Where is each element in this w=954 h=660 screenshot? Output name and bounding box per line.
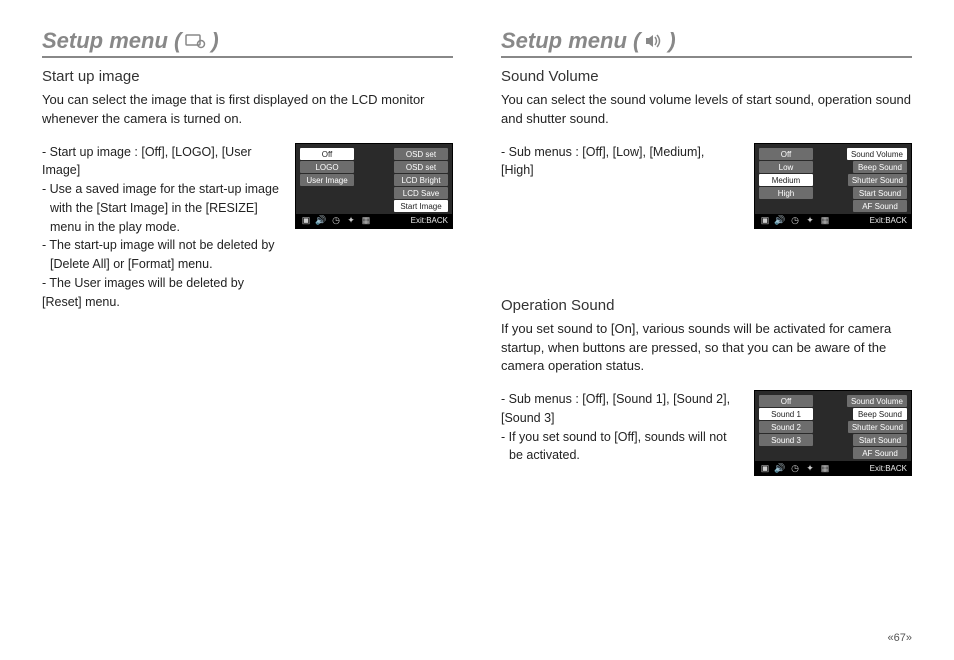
section-desc: You can select the image that is first d… bbox=[42, 91, 453, 129]
menu-option bbox=[759, 447, 813, 459]
tab-icon: ▣ bbox=[759, 215, 771, 226]
tab-icon: ◷ bbox=[330, 215, 342, 226]
menu-option: LOGO bbox=[300, 161, 354, 173]
tab-icon: 🔊 bbox=[774, 463, 786, 474]
tab-icon: ▦ bbox=[819, 215, 831, 226]
tab-icon: ▦ bbox=[360, 215, 372, 226]
lcd-screenshot-startimage: Off OSD set LOGO OSD set User Image LCD Brigh… bbox=[295, 143, 453, 229]
menu-option: OSD set bbox=[394, 148, 448, 160]
section-desc: If you set sound to [On], various sounds… bbox=[501, 320, 912, 377]
menu-option: High bbox=[759, 187, 813, 199]
menu-option: Off bbox=[759, 395, 813, 407]
menu-option: Shutter Sound bbox=[848, 421, 907, 433]
tab-icon: ▦ bbox=[819, 463, 831, 474]
menu-option: Off bbox=[759, 148, 813, 160]
exit-hint: Exit:BACK bbox=[870, 464, 907, 473]
menu-option: LCD Save bbox=[394, 187, 448, 199]
menu-option: OSD set bbox=[394, 161, 448, 173]
bullet-item: - Sub menus : [Off], [Sound 1], [Sound 2… bbox=[501, 390, 740, 428]
menu-option bbox=[300, 200, 354, 212]
section-heading: Start up image bbox=[42, 68, 453, 85]
menu-option: Sound Volume bbox=[847, 395, 907, 407]
sound-icon bbox=[644, 33, 664, 49]
lcd-screenshot-soundvolume: Off Sound Volume Low Beep Sound Medium Shutte… bbox=[754, 143, 912, 229]
section-desc: You can select the sound volume levels o… bbox=[501, 91, 912, 129]
menu-option: Off bbox=[300, 148, 354, 160]
bullet-item: - Start up image : [Off], [LOGO], [User … bbox=[42, 143, 281, 181]
setup-menu-title-left: Setup menu ( ) bbox=[42, 28, 453, 58]
tab-icon: ▣ bbox=[759, 463, 771, 474]
title-text-post: ) bbox=[668, 28, 675, 54]
title-text-pre: Setup menu ( bbox=[42, 28, 181, 54]
menu-option: Sound 1 bbox=[759, 408, 813, 420]
tab-icon: 🔊 bbox=[774, 215, 786, 226]
menu-option: Start Image bbox=[394, 200, 448, 212]
tab-icon: ✦ bbox=[345, 215, 357, 226]
title-text-pre: Setup menu ( bbox=[501, 28, 640, 54]
section-heading: Sound Volume bbox=[501, 68, 912, 85]
bullet-item: - The start-up image will not be deleted… bbox=[42, 236, 281, 274]
title-text-post: ) bbox=[211, 28, 218, 54]
tab-icon: ▣ bbox=[300, 215, 312, 226]
bullet-list: - Start up image : [Off], [LOGO], [User … bbox=[42, 143, 281, 312]
bullet-item: - Use a saved image for the start-up ima… bbox=[42, 180, 281, 236]
menu-option: Start Sound bbox=[853, 187, 907, 199]
bullet-list: - Sub menus : [Off], [Sound 1], [Sound 2… bbox=[501, 390, 740, 465]
bullet-item: - The User images will be deleted by [Re… bbox=[42, 274, 281, 312]
menu-option: Beep Sound bbox=[853, 161, 907, 173]
menu-option bbox=[759, 200, 813, 212]
menu-option bbox=[300, 187, 354, 199]
menu-option: Sound Volume bbox=[847, 148, 907, 160]
tab-icon: ✦ bbox=[804, 215, 816, 226]
menu-option: Beep Sound bbox=[853, 408, 907, 420]
menu-option: User Image bbox=[300, 174, 354, 186]
bullet-item: - Sub menus : [Off], [Low], [Medium], [H… bbox=[501, 143, 740, 181]
menu-option: Low bbox=[759, 161, 813, 173]
tab-icon: ◷ bbox=[789, 463, 801, 474]
display-settings-icon bbox=[185, 33, 207, 49]
menu-option: LCD Bright bbox=[394, 174, 448, 186]
bullet-list: - Sub menus : [Off], [Low], [Medium], [H… bbox=[501, 143, 740, 181]
menu-option: Sound 2 bbox=[759, 421, 813, 433]
tab-icon: ✦ bbox=[804, 463, 816, 474]
menu-option: AF Sound bbox=[853, 447, 907, 459]
page-number: «67» bbox=[888, 632, 912, 644]
left-column: Setup menu ( ) Start up image You can se… bbox=[42, 28, 453, 476]
exit-hint: Exit:BACK bbox=[870, 216, 907, 225]
bullet-item: - If you set sound to [Off], sounds will… bbox=[501, 428, 740, 466]
tab-icon: ◷ bbox=[789, 215, 801, 226]
right-column: Setup menu ( ) Sound Volume You can sele… bbox=[501, 28, 912, 476]
menu-option: AF Sound bbox=[853, 200, 907, 212]
menu-option: Shutter Sound bbox=[848, 174, 907, 186]
exit-hint: Exit:BACK bbox=[411, 216, 448, 225]
tab-icon: 🔊 bbox=[315, 215, 327, 226]
lcd-screenshot-operationsound: OffSound VolumeSound 1Beep SoundSound 2S… bbox=[754, 390, 912, 476]
setup-menu-title-right: Setup menu ( ) bbox=[501, 28, 912, 58]
section-heading: Operation Sound bbox=[501, 297, 912, 314]
menu-option: Start Sound bbox=[853, 434, 907, 446]
menu-option: Medium bbox=[759, 174, 813, 186]
menu-option: Sound 3 bbox=[759, 434, 813, 446]
